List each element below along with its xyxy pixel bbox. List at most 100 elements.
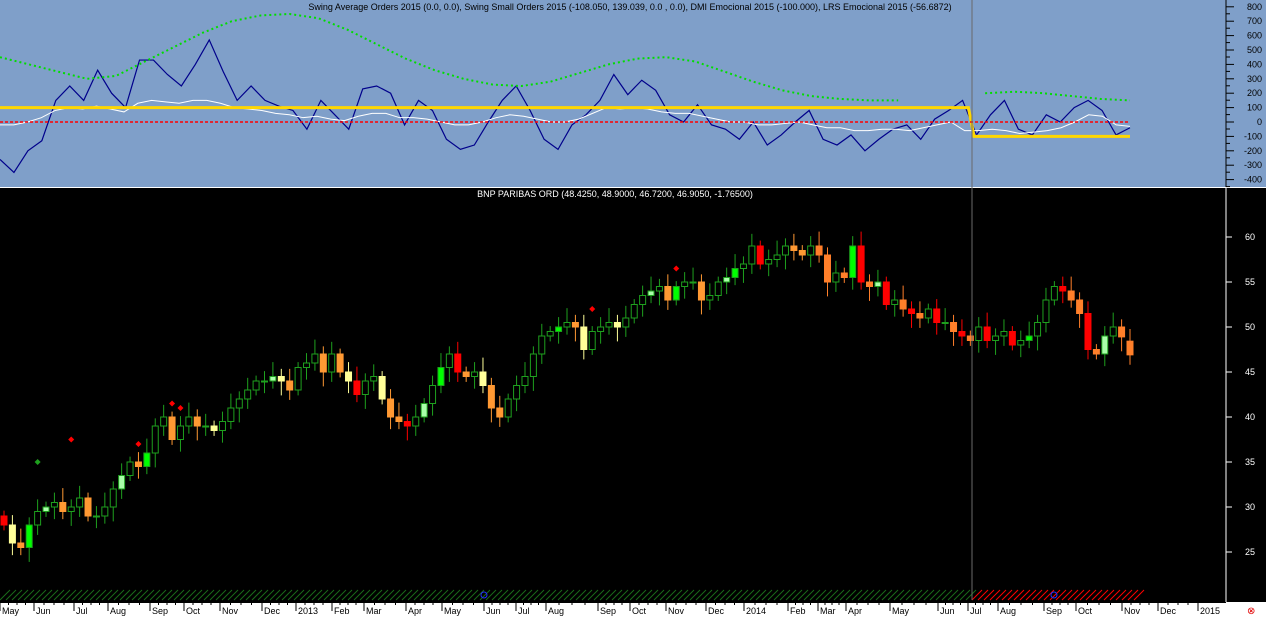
- candle-body: [521, 376, 529, 386]
- x-tick-label: May: [892, 606, 910, 616]
- candle-body: [361, 380, 369, 395]
- x-tick-label: Aug: [1000, 606, 1016, 616]
- x-tick-label: Apr: [408, 606, 422, 616]
- y-tick-label: 55: [1245, 277, 1255, 287]
- candle-body: [25, 524, 33, 548]
- candle-body: [613, 322, 621, 328]
- candle-body: [1017, 340, 1025, 346]
- candle-body: [168, 416, 176, 440]
- x-tick-label: Mar: [366, 606, 382, 616]
- candle-body: [975, 326, 983, 341]
- candle-body: [773, 254, 781, 260]
- candle-body: [790, 245, 798, 251]
- candle-body: [630, 304, 638, 319]
- candle: [294, 362, 302, 396]
- candle-body: [866, 281, 874, 287]
- candle-body: [1118, 326, 1126, 338]
- candle-body: [588, 331, 596, 350]
- candle-body: [1084, 313, 1092, 350]
- candle-body: [160, 416, 168, 427]
- candle-body: [1042, 299, 1050, 323]
- candle-body: [269, 376, 277, 382]
- candle-body: [1034, 322, 1042, 337]
- y-tick-label: 700: [1247, 16, 1262, 26]
- candle-body: [529, 353, 537, 377]
- close-circle-icon[interactable]: ⊗: [1247, 606, 1255, 617]
- candle-body: [319, 353, 327, 373]
- y-tick-label: 300: [1247, 74, 1262, 84]
- candle-body: [563, 322, 571, 328]
- candle-body: [134, 461, 142, 467]
- candle-body: [655, 286, 663, 292]
- candle-body: [916, 313, 924, 319]
- indicator-title: Swing Average Orders 2015 (0.0, 0.0), Sw…: [308, 2, 951, 12]
- x-tick-label: Mar: [820, 606, 836, 616]
- candle-body: [34, 511, 42, 526]
- candle-body: [378, 376, 386, 400]
- candle-body: [462, 371, 470, 377]
- candle-body: [1076, 299, 1084, 314]
- candle: [168, 411, 176, 445]
- candle-body: [479, 371, 487, 386]
- candle-body: [210, 425, 218, 431]
- candle-body: [731, 268, 739, 278]
- y-tick-label: 600: [1247, 31, 1262, 41]
- candle-body: [1101, 335, 1109, 355]
- candle-body: [437, 367, 445, 386]
- candle-body: [370, 376, 378, 382]
- candle-body: [67, 506, 75, 512]
- candle-body: [277, 376, 285, 382]
- candle-body: [151, 425, 159, 454]
- candle-body: [235, 398, 243, 409]
- candle-body: [992, 335, 1000, 341]
- y-tick-label: 45: [1245, 367, 1255, 377]
- candle-body: [882, 281, 890, 305]
- y-tick-label: -100: [1244, 131, 1262, 141]
- candle-body: [252, 380, 260, 391]
- candle-body: [260, 380, 268, 383]
- x-tick-label: Jun: [940, 606, 955, 616]
- candle-body: [412, 416, 420, 427]
- y-tick-label: -300: [1244, 160, 1262, 170]
- x-tick-label: Dec: [1160, 606, 1177, 616]
- candle-body: [639, 295, 647, 305]
- x-tick-label: Jul: [970, 606, 982, 616]
- indicator-pane[interactable]: [0, 0, 1266, 188]
- x-tick-label: 2015: [1200, 606, 1220, 616]
- candle-body: [353, 380, 361, 395]
- candle-body: [345, 371, 353, 382]
- candle-body: [218, 421, 226, 431]
- x-tick-label: Jun: [486, 606, 501, 616]
- candle-body: [50, 502, 58, 508]
- candle-body: [202, 425, 210, 428]
- y-tick-label: 50: [1245, 322, 1255, 332]
- candle-body: [681, 281, 689, 287]
- candle-body: [555, 326, 563, 332]
- candle-body: [714, 281, 722, 296]
- x-tick-label: Oct: [186, 606, 201, 616]
- candle-body: [487, 385, 495, 409]
- candle-body: [857, 245, 865, 283]
- price-pane[interactable]: [0, 188, 1266, 602]
- candle-body: [109, 488, 117, 508]
- candle-body: [664, 286, 672, 301]
- y-tick-label: 35: [1245, 457, 1255, 467]
- candle-body: [899, 299, 907, 310]
- y-tick-label: 100: [1247, 103, 1262, 113]
- candle-body: [571, 322, 579, 328]
- candle-body: [294, 367, 302, 391]
- candle-body: [471, 371, 479, 377]
- candle-body: [496, 407, 504, 418]
- chart-canvas[interactable]: Swing Average Orders 2015 (0.0, 0.0), Sw…: [0, 0, 1266, 617]
- price-title: BNP PARIBAS ORD (48.4250, 48.9000, 46.72…: [477, 189, 753, 199]
- x-tick-label: Nov: [668, 606, 685, 616]
- candle-body: [126, 461, 134, 476]
- candle-body: [924, 308, 932, 319]
- y-tick-label: 30: [1245, 502, 1255, 512]
- candle-body: [697, 281, 705, 301]
- candle-body: [176, 425, 184, 440]
- x-tick-label: Jul: [76, 606, 88, 616]
- y-tick-label: 0: [1257, 117, 1262, 127]
- candle-body: [286, 380, 294, 391]
- candle-body: [387, 398, 395, 418]
